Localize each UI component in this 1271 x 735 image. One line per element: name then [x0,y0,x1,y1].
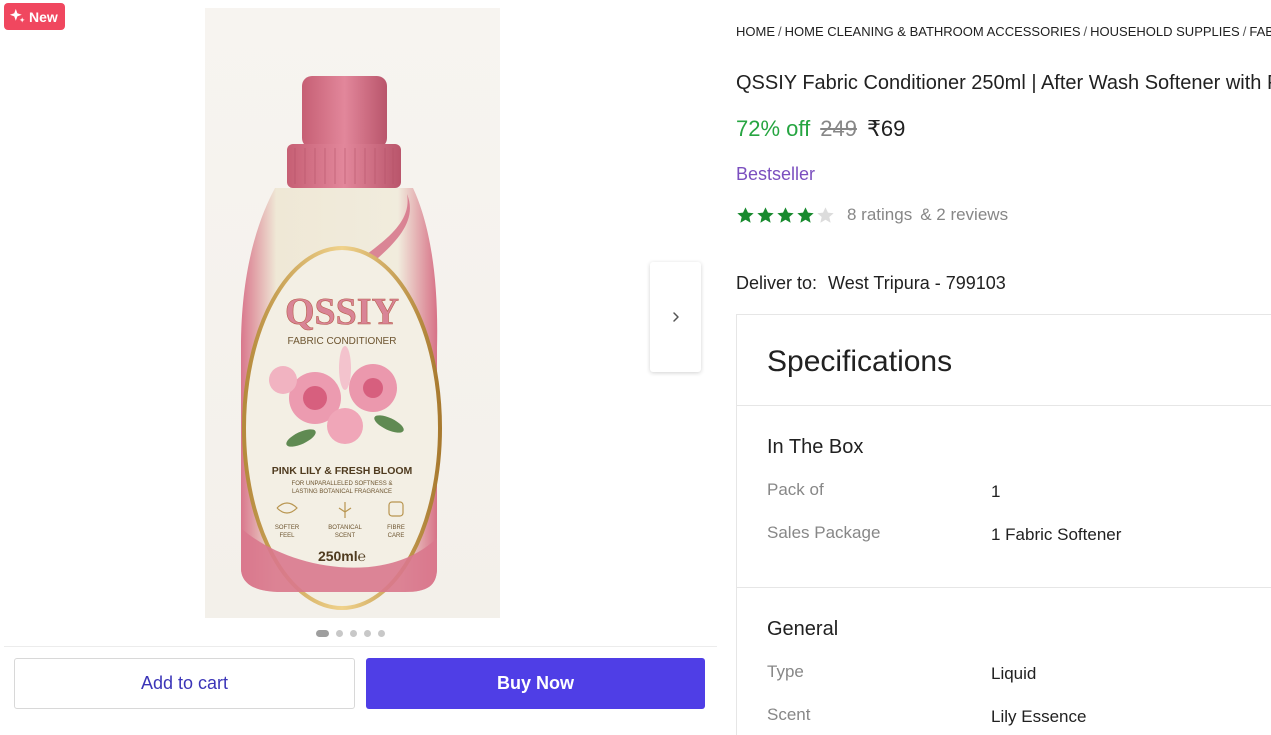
svg-text:PINK LILY & FRESH BLOOM: PINK LILY & FRESH BLOOM [272,465,413,477]
carousel-dot[interactable] [336,630,343,637]
svg-text:FEEL: FEEL [279,533,295,539]
reviews-count[interactable]: & 2 reviews [920,205,1008,225]
svg-text:FOR UNPARALLELED SOFTNESS &: FOR UNPARALLELED SOFTNESS & [292,481,393,487]
spec-value: Liquid [991,664,1037,683]
svg-text:FABRIC CONDITIONER: FABRIC CONDITIONER [288,336,397,347]
divider [737,405,1271,406]
ratings-count[interactable]: 8 ratings [847,205,912,225]
svg-text:LASTING BOTANICAL FRAGRANCE: LASTING BOTANICAL FRAGRANCE [292,489,392,495]
next-image-button[interactable] [650,262,701,372]
star-icon [777,206,794,223]
new-badge-label: New [29,8,58,25]
deliver-label: Deliver to: [736,273,818,293]
star-icon [757,206,774,223]
deliver-location-value[interactable]: West Tripura - 799103 [828,273,1006,293]
spec-value: Lily Essence [991,707,1087,726]
bestseller-badge: Bestseller [736,164,816,184]
rating-row[interactable]: 8 ratings & 2 reviews [736,205,1008,225]
buy-now-button[interactable]: Buy Now [366,658,705,709]
breadcrumb-item[interactable]: HOME [736,24,775,39]
product-details: HOME / HOME CLEANING & BATHROOM ACCESSORIE… [736,0,1271,735]
new-badge: New [4,3,65,30]
breadcrumb-item[interactable]: HOUSEHOLD SUPPLIES [1090,24,1240,39]
spec-section-title: In The Box [767,436,864,458]
carousel-dot[interactable] [316,630,329,637]
product-image[interactable]: QSSIY FABRIC CONDITIONER PINK LILY & FRE… [205,8,500,618]
product-gallery: QSSIY FABRIC CONDITIONER PINK LILY & FRE… [0,0,718,735]
svg-text:BOTANICAL: BOTANICAL [328,525,362,531]
breadcrumb-item[interactable]: HOME CLEANING & BATHROOM ACCESSORIES [785,24,1081,39]
delivery-location[interactable]: Deliver to: West Tripura - 799103 [736,273,1006,294]
add-to-cart-button[interactable]: Add to cart [14,658,355,709]
star-icon [737,206,754,223]
discount-percent: 72% off [736,116,811,141]
spec-row: Type Liquid [767,662,1267,688]
spec-section-title: General [767,618,839,640]
divider [737,587,1271,588]
carousel-dot[interactable] [378,630,385,637]
chevron-right-icon [672,312,679,322]
star-icon [817,206,834,223]
spec-row: Pack of 1 [767,480,1267,506]
spec-key: Sales Package [767,523,881,542]
svg-text:CARE: CARE [388,533,405,539]
specifications-panel: Specifications In The Box Pack of 1 Sale… [736,314,1271,735]
svg-text:SOFTER: SOFTER [275,525,300,531]
carousel-dot[interactable] [364,630,371,637]
spec-row: Sales Package 1 Fabric Softener [767,523,1267,549]
spec-key: Scent [767,705,811,724]
spec-key: Pack of [767,480,824,499]
bottle-brand-text: QSSIY [285,291,399,333]
price-row: 72% off 249 ₹69 [736,116,905,142]
spec-key: Type [767,662,804,681]
action-bar: Add to cart Buy Now [4,646,717,718]
selling-price: ₹69 [866,116,906,141]
svg-text:250ml℮: 250ml℮ [318,548,366,564]
carousel-dot[interactable] [350,630,357,637]
star-icon [797,206,814,223]
svg-text:FIBRE: FIBRE [387,525,405,531]
sparkle-icon [9,8,25,23]
rating-stars [736,206,835,225]
breadcrumb-item[interactable]: FABRIC CONDITIONERS [1249,24,1271,39]
product-title: QSSIY Fabric Conditioner 250ml | After W… [736,72,1271,94]
spec-value: 1 [991,482,1001,501]
carousel-dots [316,630,385,637]
svg-text:SCENT: SCENT [335,533,356,539]
original-price: 249 [820,116,857,141]
specifications-heading: Specifications [767,345,953,378]
spec-value: 1 Fabric Softener [991,525,1122,544]
breadcrumb: HOME / HOME CLEANING & BATHROOM ACCESSORIE… [736,24,1271,39]
spec-row: Scent Lily Essence [767,705,1267,731]
